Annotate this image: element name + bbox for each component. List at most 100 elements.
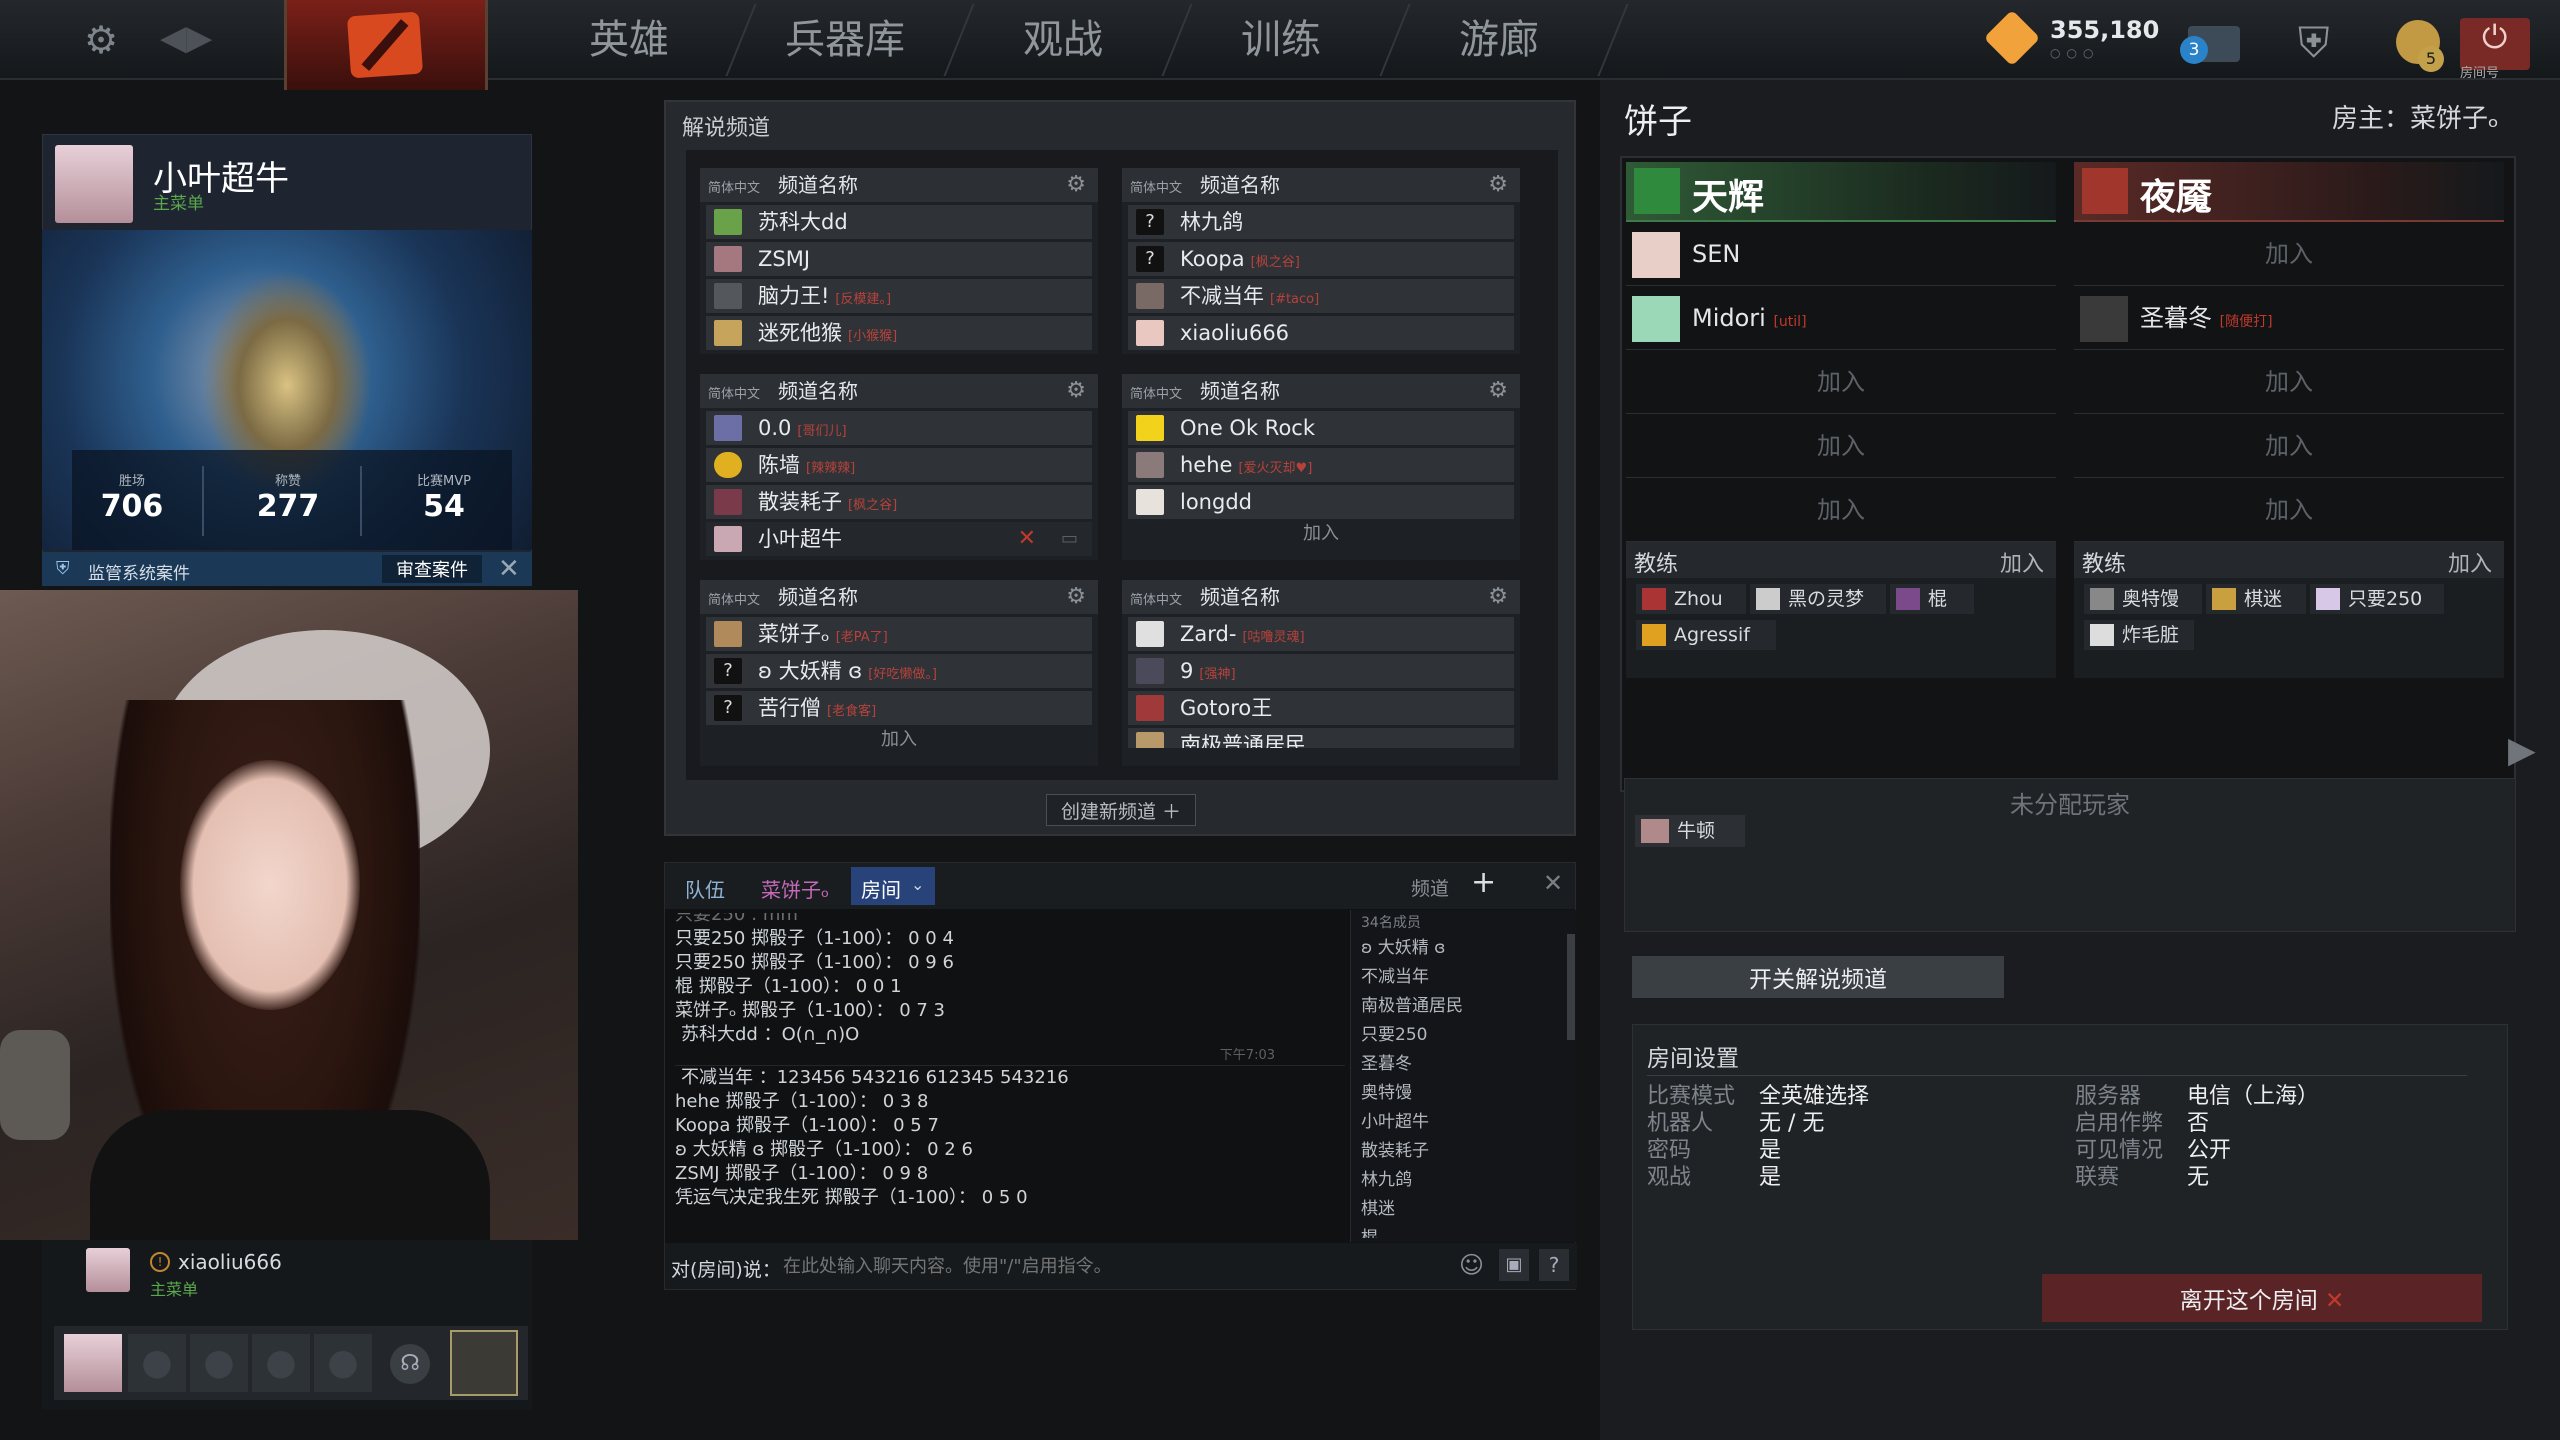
chat-member[interactable]: 棍 [1351, 1224, 1576, 1238]
player-name: 圣暮冬 [2140, 304, 2212, 332]
chat-input[interactable] [783, 1249, 1393, 1283]
channel-join-button[interactable]: 加入 [1122, 519, 1520, 549]
help-icon[interactable]: ? [1539, 1249, 1569, 1281]
channel-member[interactable]: 菜饼子ₒ [老PA了] [706, 617, 1092, 651]
party-slot-empty-icon[interactable]: ● [190, 1334, 248, 1392]
chat-member[interactable]: 南极普通居民 [1351, 992, 1576, 1021]
coach-entry[interactable]: 只要250 [2310, 584, 2444, 614]
channel-settings-gear-icon[interactable]: ⚙ [1066, 374, 1086, 408]
channel-member[interactable]: ZSMJ [706, 242, 1092, 276]
channel-member[interactable]: xiaoliu666 [1128, 316, 1514, 350]
channel-member[interactable]: 苏科大dd [706, 205, 1092, 239]
radiant-coach-header: 教练 加入 [1626, 542, 2056, 578]
nav-tab-watch[interactable]: 观战 [958, 0, 1168, 80]
radiant-join-slot[interactable]: 加入 [1626, 478, 2056, 542]
toggle-caster-channels-button[interactable]: 开关解说频道 [1632, 956, 2004, 998]
emoji-icon[interactable]: ☺ [1459, 1251, 1484, 1279]
channel-member[interactable]: 9 [强神] [1128, 654, 1514, 688]
friend-avatar[interactable] [86, 1248, 130, 1292]
party-slot-empty-icon[interactable]: ● [128, 1334, 186, 1392]
coach-join-button[interactable]: 加入 [2448, 546, 2492, 578]
channel-member[interactable]: 南极普通居民 [1128, 728, 1514, 748]
unassigned-player[interactable]: 牛顿 [1635, 815, 1745, 847]
channel-member[interactable]: 散装耗子 [枫之谷] [706, 485, 1092, 519]
coach-entry[interactable]: Agressif [1636, 620, 1776, 650]
headset-icon[interactable]: ☊ [390, 1344, 430, 1384]
chat-member[interactable]: 小叶超牛 [1351, 1108, 1576, 1137]
remove-x-icon[interactable]: ✕ [1018, 522, 1036, 556]
rank-medal-icon[interactable] [450, 1330, 518, 1396]
channel-member[interactable]: 陈墙 [辣辣辣] [706, 448, 1092, 482]
chat-member[interactable]: 奥特馒 [1351, 1079, 1576, 1108]
channel-join-button[interactable]: 加入 [700, 725, 1098, 755]
coach-join-button[interactable]: 加入 [2000, 546, 2044, 578]
channel-settings-gear-icon[interactable]: ⚙ [1066, 580, 1086, 614]
nav-tab-armory[interactable]: 兵器库 [740, 0, 950, 80]
channel-settings-gear-icon[interactable]: ⚙ [1488, 168, 1508, 202]
channel-member[interactable]: ? Koopa [枫之谷] [1128, 242, 1514, 276]
channel-member[interactable]: 小叶超牛 ✕ ▭ [706, 522, 1092, 556]
coach-entry[interactable]: Zhou [1636, 584, 1746, 614]
channel-member[interactable]: 0.0 [哥们儿] [706, 411, 1092, 445]
coach-entry[interactable]: 奥特馒 [2084, 584, 2202, 614]
radiant-join-slot[interactable]: 加入 [1626, 350, 2056, 414]
nav-tab-learn[interactable]: 训练 [1176, 0, 1386, 80]
chat-tab-whisper[interactable]: 菜饼子ₒ [761, 874, 829, 903]
chat-member[interactable]: 只要250 [1351, 1021, 1576, 1050]
chat-member[interactable]: 圣暮冬 [1351, 1050, 1576, 1079]
chat-member[interactable]: 林九鸽 [1351, 1166, 1576, 1195]
settings-gear-icon[interactable]: ⚙ [84, 18, 118, 62]
close-icon[interactable]: ✕ [498, 554, 520, 584]
close-chat-icon[interactable]: ✕ [1543, 869, 1563, 897]
coach-entry[interactable]: 棍 [1890, 584, 1974, 614]
channel-member[interactable]: ? 苦行僧 [老食客] [706, 691, 1092, 725]
nav-tab-arcade[interactable]: 游廊 [1394, 0, 1604, 80]
channel-settings-gear-icon[interactable]: ⚙ [1488, 580, 1508, 614]
back-forward-arrows-icon[interactable]: ◀▶ [160, 18, 212, 58]
member-list-scrollbar[interactable] [1567, 934, 1575, 1040]
channel-settings-gear-icon[interactable]: ⚙ [1066, 168, 1086, 202]
channel-member[interactable]: ? 林九鸽 [1128, 205, 1514, 239]
channel-settings-gear-icon[interactable]: ⚙ [1488, 374, 1508, 408]
party-slot-empty-icon[interactable]: ● [252, 1334, 310, 1392]
party-slot-empty-icon[interactable]: ● [314, 1334, 372, 1392]
arrow-right-icon[interactable]: ▶ [2508, 730, 2536, 771]
channel-member[interactable]: Gotoro王 [1128, 691, 1514, 725]
radiant-join-slot[interactable]: 加入 [1626, 414, 2056, 478]
review-case-button[interactable]: 审查案件 [382, 555, 482, 583]
chat-tab-room[interactable]: 房间 ⌄ [851, 867, 935, 905]
coach-entry[interactable]: 黑の灵梦 [1750, 584, 1886, 614]
chat-member[interactable]: 棋迷 [1351, 1195, 1576, 1224]
dire-slot[interactable]: 圣暮冬 [随便打] [2074, 286, 2504, 350]
add-channel-plus-icon[interactable]: + [1471, 865, 1496, 900]
party-slot-self[interactable] [64, 1334, 122, 1392]
dire-join-slot[interactable]: 加入 [2074, 222, 2504, 286]
coach-entry[interactable]: 炸毛脏 [2084, 620, 2194, 650]
channel-member[interactable]: 迷死他猴 [小猴猴] [706, 316, 1092, 350]
leave-room-button[interactable]: 离开这个房间 ✕ [2042, 1274, 2482, 1322]
shield-icon[interactable]: ⛨ [2298, 18, 2330, 68]
radiant-slot[interactable]: Midori [util] [1626, 286, 2056, 350]
chat-member[interactable]: ʚ 大妖精 ɞ [1351, 934, 1576, 963]
channel-member[interactable]: longdd [1128, 485, 1514, 519]
create-channel-button[interactable]: 创建新频道 ＋ [1046, 794, 1196, 826]
image-icon[interactable]: ▣ [1499, 1249, 1529, 1281]
camera-icon[interactable]: ▭ [1061, 522, 1078, 556]
dire-join-slot[interactable]: 加入 [2074, 414, 2504, 478]
radiant-slot[interactable]: SEN [1626, 222, 2056, 286]
channel-member[interactable]: Zard- [咕噜灵魂] [1128, 617, 1514, 651]
nav-tab-heroes[interactable]: 英雄 [524, 0, 734, 80]
chat-member[interactable]: 不减当年 [1351, 963, 1576, 992]
chat-member[interactable]: 散装耗子 [1351, 1137, 1576, 1166]
dire-join-slot[interactable]: 加入 [2074, 478, 2504, 542]
channel-member[interactable]: hehe [爱火灭却♥] [1128, 448, 1514, 482]
dota-logo-button[interactable] [284, 0, 488, 90]
channel-member[interactable]: 脑力王! [反模建。] [706, 279, 1092, 313]
channel-member[interactable]: ? ʚ 大妖精 ɞ [好吃懒做。] [706, 654, 1092, 688]
chat-tab-team[interactable]: 队伍 [685, 874, 725, 903]
profile-avatar[interactable] [55, 145, 133, 223]
coach-entry[interactable]: 棋迷 [2206, 584, 2306, 614]
dire-join-slot[interactable]: 加入 [2074, 350, 2504, 414]
channel-member[interactable]: One Ok Rock [1128, 411, 1514, 445]
channel-member[interactable]: 不减当年 [#taco] [1128, 279, 1514, 313]
